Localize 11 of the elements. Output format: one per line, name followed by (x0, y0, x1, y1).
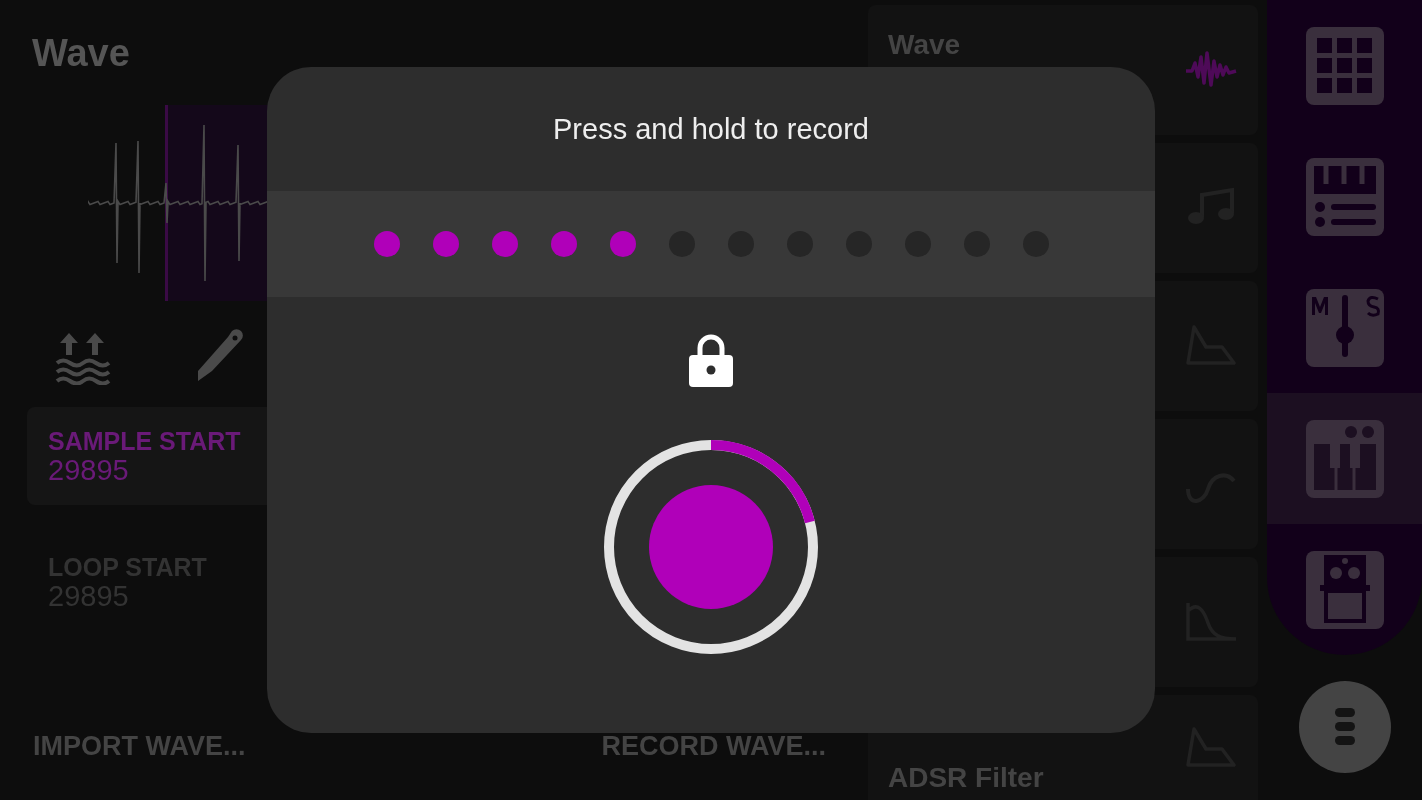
menu-icon (1333, 707, 1356, 747)
grid-icon (1305, 26, 1384, 105)
editor-title: Wave (32, 32, 131, 76)
pedal-icon (1305, 550, 1384, 629)
lock-icon[interactable] (689, 333, 733, 387)
nav-item[interactable] (1267, 393, 1422, 524)
record-button[interactable] (649, 485, 773, 609)
mute-solo-icon (1305, 288, 1384, 367)
keys-list-icon (1305, 157, 1384, 236)
dialog-title: Press and hold to record (553, 111, 869, 147)
piano-icon (1305, 419, 1384, 498)
